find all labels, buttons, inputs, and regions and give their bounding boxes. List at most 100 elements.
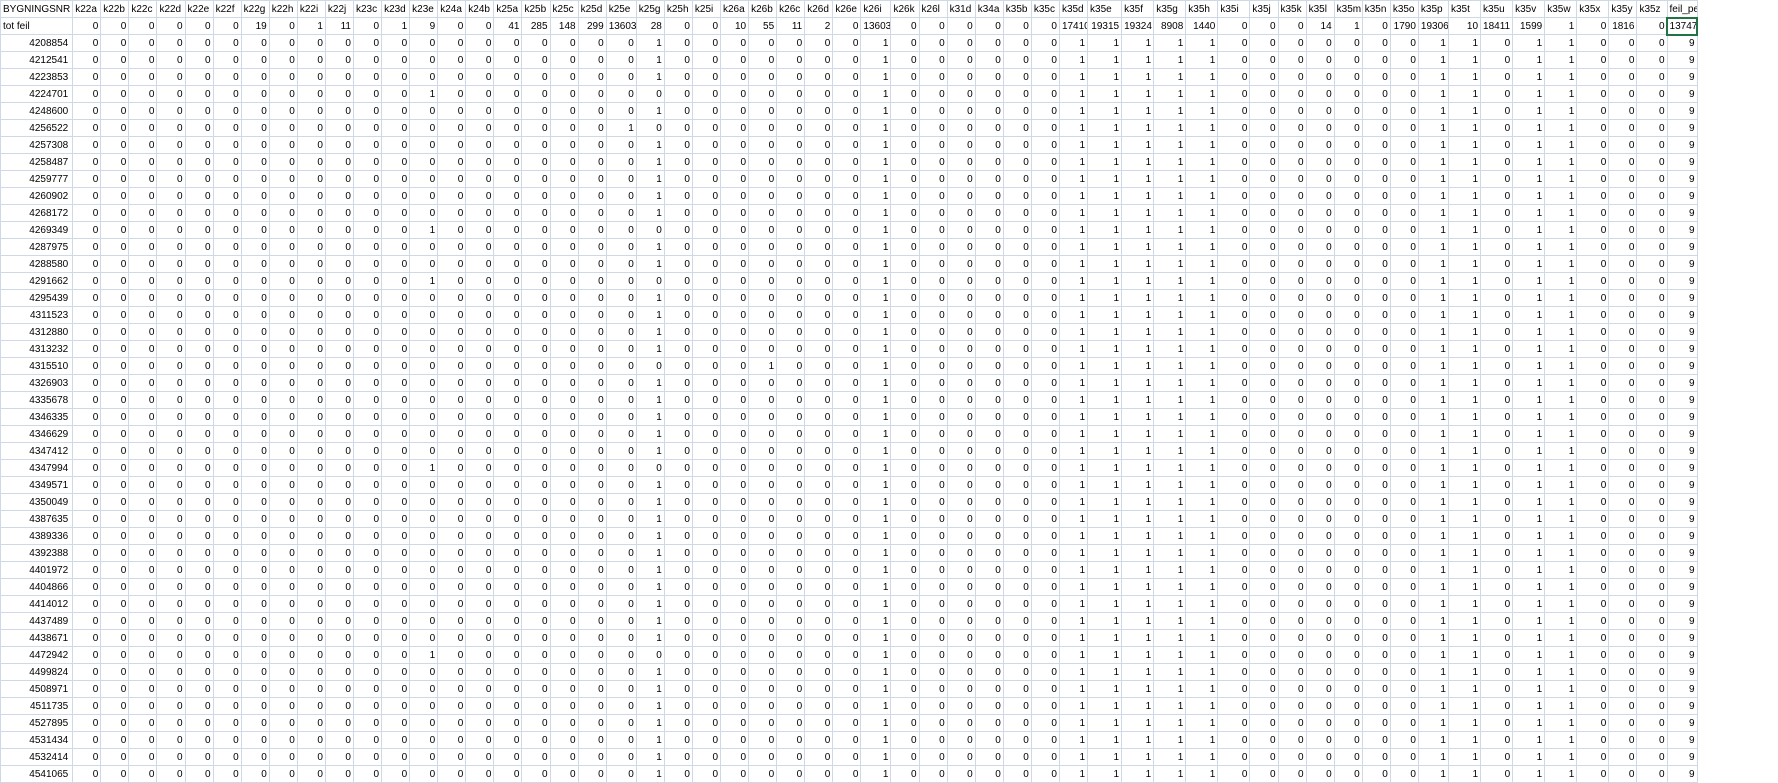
cell[interactable]: 0 — [1250, 307, 1278, 324]
cell[interactable]: 0 — [1306, 630, 1334, 647]
cell[interactable]: 0 — [1362, 596, 1390, 613]
cell[interactable]: 0 — [664, 188, 692, 205]
cell[interactable]: 0 — [101, 69, 129, 86]
cell[interactable]: 0 — [1481, 528, 1513, 545]
cell[interactable]: 0 — [297, 460, 325, 477]
cell[interactable]: 0 — [664, 409, 692, 426]
cell[interactable]: 1 — [1088, 52, 1122, 69]
cell[interactable]: 0 — [721, 579, 749, 596]
column-header[interactable]: k25e — [606, 1, 636, 18]
cell[interactable]: 0 — [213, 290, 241, 307]
cell[interactable]: 1 — [1088, 120, 1122, 137]
cell[interactable]: 0 — [1362, 18, 1390, 35]
cell[interactable]: 0 — [749, 69, 777, 86]
cell[interactable]: 0 — [891, 290, 919, 307]
cell[interactable]: 0 — [721, 188, 749, 205]
cell[interactable]: 0 — [1637, 477, 1667, 494]
cell[interactable]: 0 — [1362, 341, 1390, 358]
cell[interactable]: 1 — [1186, 443, 1218, 460]
cell[interactable]: 0 — [891, 596, 919, 613]
cell[interactable]: 1 — [1545, 494, 1577, 511]
cell[interactable]: 1 — [1418, 103, 1448, 120]
cell[interactable]: 1 — [1154, 307, 1186, 324]
cell[interactable]: 0 — [1577, 392, 1609, 409]
cell[interactable]: 0 — [975, 103, 1003, 120]
cell[interactable]: 0 — [129, 664, 157, 681]
cell[interactable]: 0 — [1362, 647, 1390, 664]
cell[interactable]: 0 — [1390, 409, 1418, 426]
cell[interactable]: 0 — [1637, 52, 1667, 69]
cell[interactable]: 0 — [664, 698, 692, 715]
cell[interactable]: 1 — [297, 18, 325, 35]
cell[interactable]: 0 — [494, 698, 522, 715]
cell[interactable]: 0 — [606, 86, 636, 103]
cell[interactable]: 9 — [1667, 205, 1697, 222]
cell[interactable]: 0 — [1637, 613, 1667, 630]
cell[interactable]: 0 — [721, 613, 749, 630]
cell[interactable]: 0 — [891, 562, 919, 579]
cell[interactable]: 1 — [1448, 86, 1480, 103]
cell[interactable]: 0 — [777, 579, 805, 596]
cell[interactable]: 0 — [382, 494, 410, 511]
cell[interactable]: 0 — [664, 120, 692, 137]
cell[interactable]: 0 — [241, 290, 269, 307]
cell[interactable]: 1 — [1059, 273, 1087, 290]
cell[interactable]: 0 — [1250, 273, 1278, 290]
cell[interactable]: 0 — [410, 137, 438, 154]
cell[interactable]: 0 — [749, 392, 777, 409]
cell[interactable]: 0 — [891, 375, 919, 392]
cell[interactable]: 1 — [1448, 103, 1480, 120]
cell[interactable]: 0 — [805, 443, 833, 460]
cell[interactable]: 0 — [1362, 290, 1390, 307]
cell[interactable]: 0 — [129, 732, 157, 749]
cell[interactable]: 1 — [1122, 188, 1154, 205]
cell[interactable]: 0 — [466, 222, 494, 239]
cell[interactable]: 1 — [636, 375, 664, 392]
cell[interactable]: 0 — [975, 630, 1003, 647]
cell[interactable]: 0 — [466, 307, 494, 324]
cell[interactable]: 0 — [975, 477, 1003, 494]
cell[interactable]: 0 — [578, 443, 606, 460]
cell[interactable]: 0 — [749, 341, 777, 358]
cell[interactable]: 0 — [891, 681, 919, 698]
cell[interactable]: 0 — [297, 528, 325, 545]
cell[interactable]: 0 — [1637, 749, 1667, 766]
cell[interactable]: 0 — [1278, 545, 1306, 562]
cell[interactable]: 0 — [1637, 273, 1667, 290]
cell[interactable]: 0 — [438, 511, 466, 528]
cell[interactable]: 0 — [1003, 749, 1031, 766]
cell[interactable]: 0 — [297, 86, 325, 103]
cell[interactable]: 0 — [1003, 273, 1031, 290]
cell[interactable]: 0 — [777, 409, 805, 426]
cell[interactable]: 0 — [1031, 630, 1059, 647]
cell[interactable]: 0 — [73, 103, 101, 120]
cell[interactable]: 0 — [1334, 460, 1362, 477]
cell[interactable]: 0 — [382, 443, 410, 460]
cell[interactable]: 0 — [578, 324, 606, 341]
cell[interactable]: 0 — [550, 273, 578, 290]
cell[interactable]: 0 — [522, 698, 550, 715]
cell[interactable]: 0 — [1609, 239, 1637, 256]
cell[interactable]: 0 — [1577, 375, 1609, 392]
cell[interactable]: 0 — [1637, 290, 1667, 307]
cell[interactable]: 1 — [1418, 205, 1448, 222]
cell[interactable]: 0 — [522, 392, 550, 409]
cell[interactable]: 0 — [1003, 290, 1031, 307]
cell[interactable]: 0 — [1390, 86, 1418, 103]
cell[interactable]: 0 — [550, 120, 578, 137]
cell[interactable]: 1 — [1154, 171, 1186, 188]
cell[interactable]: 0 — [805, 154, 833, 171]
cell[interactable]: 0 — [382, 477, 410, 494]
cell[interactable]: 0 — [606, 358, 636, 375]
cell[interactable]: 1 — [1545, 426, 1577, 443]
cell[interactable]: 0 — [947, 596, 975, 613]
cell[interactable]: 0 — [1637, 120, 1667, 137]
cell[interactable]: 0 — [522, 273, 550, 290]
cell[interactable]: 0 — [919, 545, 947, 562]
cell[interactable]: 0 — [1334, 375, 1362, 392]
cell[interactable]: 0 — [185, 35, 213, 52]
cell[interactable]: 1 — [1418, 358, 1448, 375]
column-header[interactable]: k35d — [1059, 1, 1087, 18]
cell[interactable]: 0 — [213, 324, 241, 341]
cell[interactable]: 1 — [1186, 392, 1218, 409]
